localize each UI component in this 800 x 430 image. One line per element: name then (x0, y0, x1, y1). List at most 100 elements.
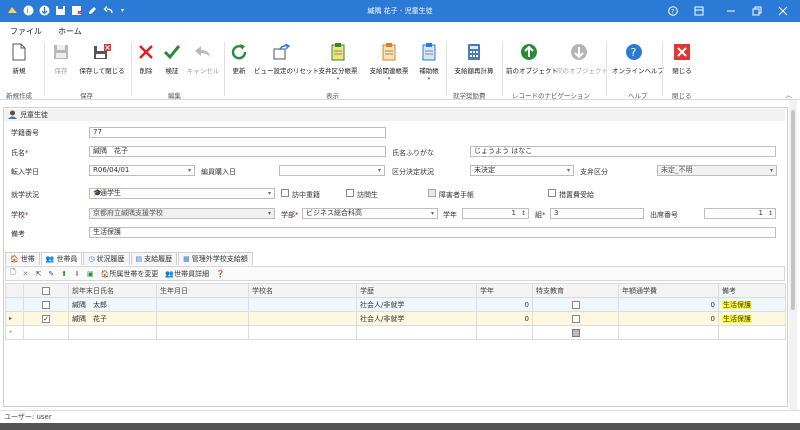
kana-input[interactable]: じょうよう はなこ (470, 146, 776, 157)
grid-header-row: 前年末日氏名 生年月日 学校名 学歴 学年 特支教育 年額通学費 備考 (5, 283, 786, 298)
support-label: 支弁区分 (580, 168, 608, 176)
new-row[interactable]: * (5, 325, 786, 340)
table-row[interactable]: 緘隅 太郎 社会人/非就学 0 0 生活保護 (5, 297, 786, 312)
dept-select[interactable]: ビジネス総合科高 ▾ (302, 208, 438, 219)
clipboard-icon (315, 41, 361, 63)
close-window-icon[interactable] (770, 3, 796, 19)
clipboard-blue-icon (416, 41, 442, 63)
class-label: 組* (535, 211, 546, 219)
collapse-ribbon-icon[interactable]: ︿ (785, 90, 792, 100)
help-window-icon[interactable]: ? (660, 3, 686, 19)
decision-select[interactable]: 未決定 ▾ (470, 165, 574, 176)
save-close-button[interactable]: 保存して閉じる (78, 41, 126, 75)
school-select[interactable]: 京都府立緘隅支援学校 ▾ (89, 208, 275, 219)
member-detail-button[interactable]: 👥世帯員詳細 (165, 269, 209, 279)
remarks-input[interactable]: 生活保護 (89, 227, 776, 238)
view-reset-button[interactable]: ビュー設定のリセット (254, 41, 319, 75)
row-checkbox[interactable] (42, 300, 50, 309)
row-checkbox[interactable]: ✓ (42, 314, 50, 323)
aux-form-button[interactable]: 補助帳 ▾ (416, 41, 442, 82)
class-input[interactable]: 3 (550, 208, 644, 219)
save-close-icon (78, 41, 126, 63)
indeterminate-checkbox[interactable] (571, 328, 580, 337)
chk-double-enroll[interactable] (281, 189, 289, 197)
grid-help-icon[interactable]: ❓ (216, 270, 225, 278)
next-object-button[interactable]: 次のオブジェクト (556, 41, 608, 75)
calculator-icon (451, 41, 497, 63)
new-button[interactable]: 新規 (6, 41, 32, 75)
status-select[interactable]: 🎓通学生 ▾ (89, 188, 275, 199)
undo-arrow-icon (186, 41, 220, 63)
new-row-icon[interactable]: 🗋 (10, 268, 16, 279)
chk-disability[interactable] (428, 189, 436, 197)
members-icon: 👥 (45, 255, 55, 263)
view-reset-icon (254, 41, 310, 63)
support-select[interactable]: 未定_不明 ▾ (657, 165, 777, 176)
recalc-button[interactable]: 支給額再計算 (451, 41, 497, 75)
checkmark-icon (162, 41, 182, 63)
house-icon: 🏠 (10, 255, 19, 263)
layout-icon[interactable] (686, 3, 712, 19)
support-form-button[interactable]: 支弁区分帳票 ▾ (315, 41, 361, 82)
close-red-icon (668, 41, 696, 63)
ribbon: 新規 保存 保存して閉じる 削除 検証 キャンセル 更新 ビュー設定のリセット … (0, 38, 800, 100)
staff-date-label: 編員購入日 (201, 168, 236, 176)
tab-household[interactable]: 🏠 世帯 (5, 252, 40, 265)
link-icon[interactable]: ⇱ (36, 270, 42, 278)
edit-row-icon[interactable]: ✎ (48, 270, 54, 278)
tab-payment-history[interactable]: ▤ 支給履歴 (130, 252, 178, 265)
delete-button[interactable]: 削除 (136, 41, 156, 75)
chk-measure[interactable] (548, 189, 556, 197)
grade-input[interactable]: 1 ↕ (462, 208, 529, 219)
new-row-star-icon: * (5, 325, 24, 340)
table-row[interactable]: ▸ ✓ 緘隅 花子 社会人/非就学 0 0 生活保護 (5, 311, 786, 326)
title-bar: i ▾ 緘隅 花子 - 児童生徒 ? (0, 0, 800, 22)
chevron-down-icon: ▾ (430, 210, 434, 217)
transfer-date-input[interactable]: R06/04/01 ▾ (89, 165, 195, 176)
prev-object-button[interactable]: 前のオブジェクト (506, 41, 558, 75)
verify-button[interactable]: 検証 (162, 41, 182, 75)
close-button[interactable]: 閉じる (668, 41, 696, 75)
grade-label: 学年 (443, 211, 457, 219)
support-related-button[interactable]: 支給関連帳票 ▾ (366, 41, 412, 82)
excel-icon[interactable]: ▣ (87, 270, 94, 278)
staff-date-input[interactable]: ▾ (279, 165, 385, 176)
new-document-icon (6, 41, 32, 63)
history-icon: ◷ (88, 255, 95, 263)
detail-tabs: 🏠 世帯 👥 世帯員 ◷ 状況履歴 ▤ 支給履歴 ▦ 管理外学校支給額 (5, 252, 254, 265)
refresh-button[interactable]: 更新 (229, 41, 249, 75)
student-no-input[interactable]: 77 (89, 127, 386, 138)
status-label: 就学状況 (11, 191, 39, 199)
special-edu-checkbox[interactable] (571, 314, 580, 323)
tab-members[interactable]: 👥 世帯員 (40, 252, 83, 265)
panel-title: 児童生徒 (20, 111, 48, 119)
move-down-icon[interactable]: ⬇ (74, 270, 80, 278)
name-input[interactable]: 緘隅 花子 (89, 146, 386, 157)
spinner-icon: ↕ (767, 210, 773, 217)
tab-status-history[interactable]: ◷ 状況履歴 (83, 252, 130, 265)
chevron-down-icon: ▾ (769, 167, 773, 174)
attendance-input[interactable]: 1 ↕ (704, 208, 776, 219)
delete-x-icon (136, 41, 156, 63)
online-help-button[interactable]: ? オンラインヘルプ (612, 41, 664, 75)
refresh-icon (229, 41, 249, 63)
detail-icon: 👥 (165, 269, 175, 278)
kana-label: 氏名ふりがな (392, 149, 434, 157)
cancel-button[interactable]: キャンセル (186, 41, 220, 75)
vertical-scrollbar[interactable] (789, 100, 797, 410)
minimize-icon[interactable] (718, 3, 744, 19)
select-all-checkbox[interactable] (42, 286, 50, 295)
change-household-button[interactable]: 🏠所属世帯を変更 (101, 269, 159, 279)
transfer-date-label: 転入学日 (11, 168, 39, 176)
chevron-down-icon: ▾ (267, 210, 271, 217)
save-button[interactable]: 保存 (50, 41, 72, 75)
delete-row-icon[interactable]: ✕ (23, 270, 29, 278)
special-edu-checkbox[interactable] (571, 300, 580, 309)
chevron-down-icon: ▾ (267, 190, 271, 197)
tab-external-school[interactable]: ▦ 管理外学校支給額 (178, 252, 253, 265)
move-up-icon[interactable]: ⬆ (61, 270, 67, 278)
menu-file[interactable]: ファイル (10, 26, 42, 37)
chk-visiting[interactable] (346, 189, 354, 197)
restore-icon[interactable] (744, 3, 770, 19)
clipboard-orange-icon (366, 41, 412, 63)
